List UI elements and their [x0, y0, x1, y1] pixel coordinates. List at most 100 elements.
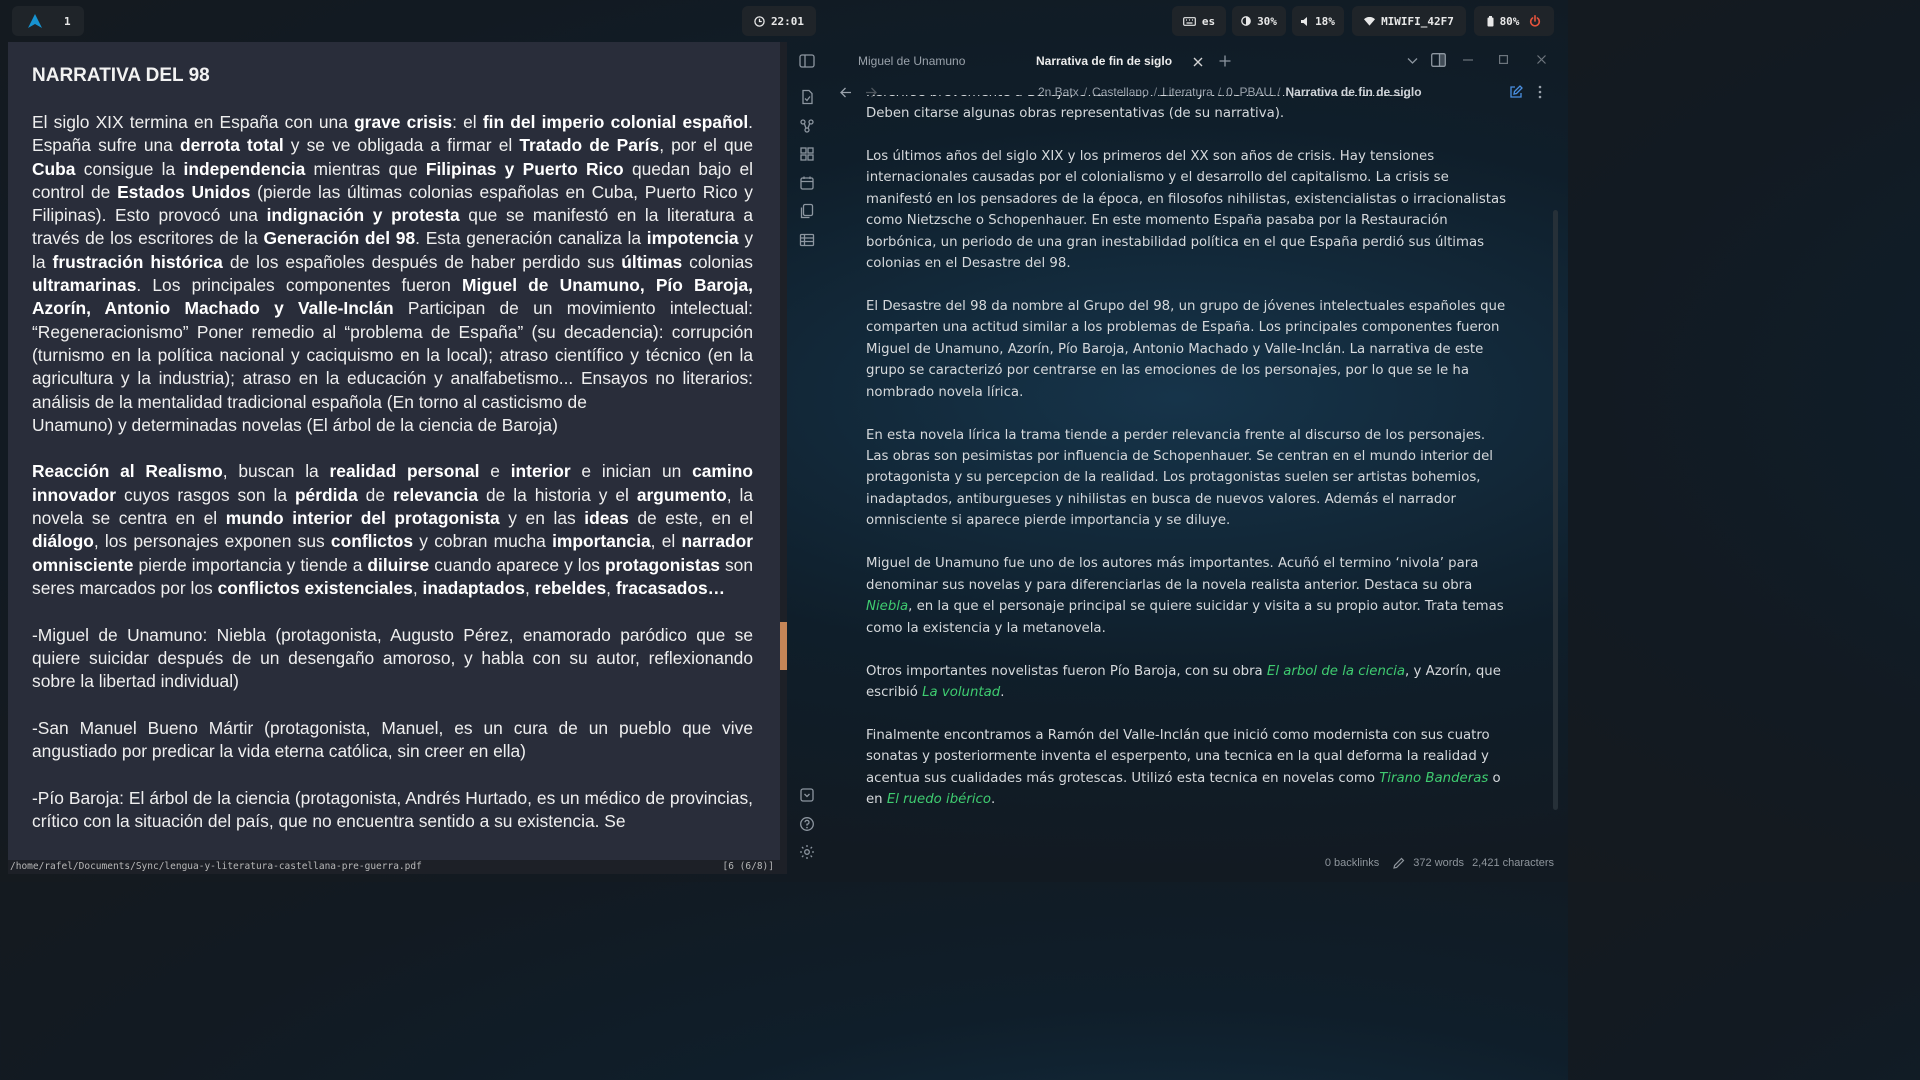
note-text: . — [1000, 684, 1005, 700]
pdf-bold-text: importancia — [552, 531, 651, 552]
clock[interactable]: 22:01 — [742, 6, 816, 36]
pdf-viewer[interactable]: NARRATIVA DEL 98 El siglo XIX termina en… — [8, 42, 780, 874]
keyboard-layout[interactable]: es — [1172, 6, 1226, 36]
pdf-text: pierde importancia y tiende a — [133, 554, 368, 575]
obsidian-status-bar: 0 backlinks 372 words 2,421 characters — [1325, 857, 1554, 869]
vault-switcher-icon[interactable] — [799, 787, 815, 803]
calendar-icon[interactable] — [799, 175, 815, 191]
clock-time: 22:01 — [770, 14, 805, 28]
note-paragraph-unamuno: Miguel de Unamuno fue uno de los autores… — [866, 553, 1511, 639]
note-paragraph-crisis: Los últimos años del siglo XIX y los pri… — [866, 149, 1507, 272]
pdf-bold-text: diluirse — [367, 554, 430, 575]
open-quick-switcher-icon[interactable] — [799, 89, 815, 105]
pdf-text: consigue la — [75, 158, 184, 179]
left-ribbon — [788, 42, 826, 876]
pdf-page: NARRATIVA DEL 98 El siglo XIX termina en… — [32, 62, 753, 857]
note-text-cut: Referirse brevemente a Baroja, Unamuno, … — [866, 95, 1412, 103]
pdf-text: cuyos rasgos son la — [116, 484, 295, 505]
pdf-text: e — [479, 461, 511, 482]
maximize-window-icon[interactable] — [1499, 55, 1508, 64]
table-icon[interactable] — [799, 232, 815, 248]
pdf-bold-text: realidad personal — [329, 461, 480, 482]
battery-power[interactable]: 80% — [1474, 6, 1554, 36]
tab-list-chevron-down-icon[interactable] — [1407, 57, 1418, 65]
pdf-title: NARRATIVA DEL 98 — [32, 65, 210, 86]
keyboard-icon — [1182, 16, 1196, 26]
pdf-bold-text: Tratado de París — [519, 135, 660, 156]
power-icon[interactable] — [1529, 15, 1541, 27]
pdf-text: colonias — [682, 251, 753, 272]
pdf-bold-text: indignación y protesta — [266, 205, 460, 226]
pdf-paragraph-unamuno: -Miguel de Unamuno: Niebla (protagonista… — [32, 624, 753, 692]
pdf-bold-text: ideas — [584, 508, 629, 529]
close-tab-icon[interactable] — [1193, 57, 1203, 67]
note-editor[interactable]: Referirse brevemente a Baroja, Unamuno, … — [866, 95, 1511, 855]
pdf-text: Unamuno) y determinadas novelas (El árbo… — [32, 414, 558, 435]
close-window-icon[interactable] — [1537, 55, 1546, 64]
workspace-indicator[interactable]: 1 — [12, 6, 84, 36]
pdf-bold-text: rebeldes — [534, 577, 607, 598]
help-icon[interactable] — [799, 816, 815, 832]
link-la-voluntad[interactable]: La voluntad — [922, 685, 1000, 700]
pdf-text: , — [606, 577, 616, 598]
note-paragraph-valle-inclan: Finalmente encontramos a Ramón del Valle… — [866, 725, 1511, 811]
note-instruction: Deben citarse algunas obras representati… — [866, 106, 1285, 121]
templates-icon[interactable] — [799, 203, 815, 219]
graph-view-icon[interactable] — [799, 118, 815, 134]
backlinks-count[interactable]: 0 backlinks — [1325, 857, 1379, 869]
pdf-bold-text: protagonistas — [604, 554, 720, 575]
pdf-bold-text: relevancia — [392, 484, 479, 505]
pdf-bold-text: inadaptados — [422, 577, 525, 598]
pdf-bold-text: últimas — [621, 251, 683, 272]
top-bar: 1 22:01 es 30% 18% MIWIFI_42F7 80% — [0, 0, 1568, 42]
clock-icon — [754, 15, 765, 27]
battery-icon — [1487, 15, 1494, 26]
settings-gear-icon[interactable] — [799, 844, 815, 860]
tab-narrativa-de-fin-de-siglo[interactable]: Narrativa de fin de siglo — [1036, 54, 1172, 68]
sidebar-toggle-icon[interactable] — [799, 53, 815, 69]
note-text: , en la que el personaje principal se qu… — [866, 599, 1504, 636]
word-count: 372 words — [1413, 857, 1465, 869]
workspace-number: 1 — [64, 14, 71, 28]
note-paragraph-novela-lirica: En esta novela lírica la trama tiende a … — [866, 427, 1493, 529]
split-view-icon[interactable] — [1431, 53, 1446, 67]
pdf-bold-text: Cuba — [32, 158, 76, 179]
edit-mode-icon[interactable] — [1509, 85, 1523, 99]
pdf-text: y cobran mucha — [413, 531, 553, 552]
note-text: . — [990, 792, 996, 808]
canvas-icon[interactable] — [799, 146, 815, 162]
pdf-text: , por el que — [659, 135, 754, 156]
pdf-text: de la historia y el — [478, 484, 637, 505]
brightness-value: 30% — [1257, 14, 1277, 28]
back-arrow-icon[interactable] — [840, 87, 852, 98]
note-scrollbar[interactable] — [1553, 210, 1558, 810]
link-niebla[interactable]: Niebla — [866, 599, 908, 614]
arch-logo-icon — [28, 14, 42, 28]
note-paragraph-grupo-98: El Desastre del 98 da nombre al Grupo de… — [866, 299, 1506, 400]
link-tirano-banderas[interactable]: Tirano Banderas — [1379, 771, 1488, 786]
tab-miguel-de-unamuno[interactable]: Miguel de Unamuno — [858, 54, 965, 68]
pdf-scroll-thumb[interactable] — [780, 622, 787, 670]
volume[interactable]: 18% — [1292, 6, 1344, 36]
pdf-scrollbar[interactable] — [780, 42, 787, 874]
pdf-paragraph-baroja: -Pío Baroja: El árbol de la ciencia (pro… — [32, 787, 753, 831]
pdf-bold-text: conflictos — [330, 531, 414, 552]
wifi[interactable]: MIWIFI_42F7 — [1352, 6, 1466, 36]
pdf-text: , — [524, 577, 535, 598]
wifi-ssid: MIWIFI_42F7 — [1381, 14, 1454, 28]
brightness[interactable]: 30% — [1232, 6, 1286, 36]
pdf-bold-text: derrota total — [179, 135, 284, 156]
pdf-bold-text: Filipinas y Puerto Rico — [425, 158, 624, 179]
new-tab-icon[interactable] — [1219, 55, 1231, 67]
keyboard-layout-label: es — [1201, 14, 1216, 28]
pdf-bold-text: pérdida — [294, 484, 358, 505]
pdf-text: , — [412, 577, 423, 598]
link-el-ruedo-iberico[interactable]: El ruedo ibérico — [887, 792, 991, 807]
link-el-arbol-de-la-ciencia[interactable]: El arbol de la ciencia — [1267, 664, 1405, 679]
more-options-icon[interactable] — [1538, 85, 1542, 99]
pdf-text: : el — [452, 112, 483, 132]
pdf-bold-text: ultramarinas — [32, 275, 137, 296]
pdf-text: de los españoles después de haber perdid… — [222, 251, 622, 272]
minimize-window-icon[interactable] — [1463, 59, 1473, 61]
pdf-bold-text: Estados Unidos — [117, 181, 251, 202]
